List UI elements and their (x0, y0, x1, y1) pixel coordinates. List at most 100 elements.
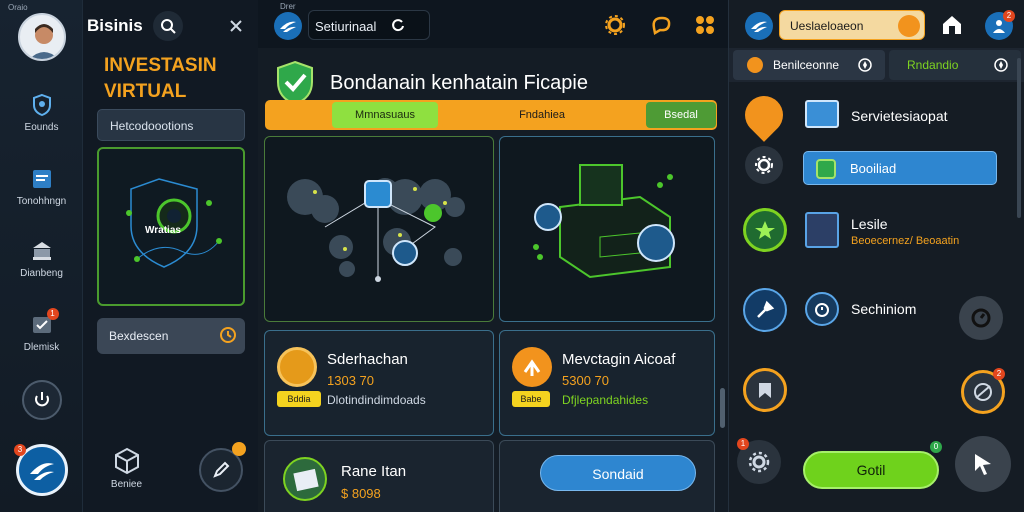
offer-card-left[interactable]: Sderhachan 1303 70 Bddia Dlotindindimdoa… (264, 330, 494, 436)
bottom-nav-item[interactable]: Beniee (99, 446, 154, 490)
row-subtitle: Beoecernez/ Beoaatin (851, 235, 960, 247)
section-button[interactable]: Hetcodoootions (97, 109, 245, 141)
card-label: Wratias (145, 225, 181, 236)
rail-label: Dlemisk (23, 342, 60, 353)
pencil-icon (213, 461, 230, 478)
offer-tag: Babe (512, 391, 550, 407)
clock-button[interactable] (959, 296, 1003, 340)
star-button[interactable] (743, 208, 787, 252)
scrollbar[interactable] (1017, 58, 1021, 218)
notification-badge: 1 (46, 308, 59, 320)
status-mid: Drer (280, 2, 296, 11)
cursor-icon (975, 454, 991, 475)
rail-label: Eounds (24, 122, 59, 133)
close-icon (230, 20, 242, 32)
shield-icon (27, 92, 57, 118)
page-title: Bondanain kenhatain Ficapie (330, 72, 588, 94)
search-button[interactable] (153, 11, 183, 41)
chart-icon (805, 212, 839, 248)
orbit-icon (974, 383, 992, 401)
tab-bsedal[interactable]: Bsedal (646, 102, 716, 128)
app-window: Oraio Eounds Tonohhngn Dianbeng 1 Dlemis… (0, 0, 1024, 512)
close-button[interactable] (226, 16, 246, 36)
map-pin-icon[interactable] (737, 88, 791, 142)
settings-button[interactable] (745, 146, 783, 184)
offer-card-right[interactable]: Mevctagin Aicoaf 5300 70 Babe Dfjlepanda… (499, 330, 715, 436)
top-bar: Setiurinaal (258, 0, 728, 48)
row-title: Servietesiaopat (851, 108, 948, 124)
calculator-icon (816, 159, 836, 179)
notification-badge: 2 (993, 368, 1005, 380)
arrow-up-icon (512, 347, 552, 387)
compass-icon (858, 58, 872, 72)
go-button[interactable]: Gotil (803, 451, 939, 489)
button-label: Booiliad (850, 161, 897, 176)
notification-badge: 1 (737, 438, 749, 450)
tab-fndahiea[interactable]: Fndahiea (442, 102, 642, 128)
globe-icon (747, 57, 763, 73)
featured-card[interactable]: Wratias (97, 147, 245, 306)
rail-item-tonohhngn[interactable]: Tonohhngn (0, 166, 83, 207)
app-title: Bisinis (87, 16, 143, 35)
timer-button[interactable] (805, 292, 839, 326)
row-title: Sechiniom (851, 301, 917, 317)
secondary-panel: Bisinis INVESTASIN VIRTUAL Hetcodoootion… (83, 0, 258, 512)
main-panel: Bondanain kenhatain Ficapie Mmnasuaus Fn… (258, 48, 728, 512)
search-icon (220, 327, 236, 343)
brand-logo-icon (751, 21, 767, 32)
brand-button[interactable] (745, 12, 773, 40)
rail-item-dlemisk[interactable]: 1 Dlemisk (0, 308, 83, 353)
rail-label: Tonohhngn (16, 196, 67, 207)
clock-icon (971, 308, 991, 328)
tab-rndandio[interactable]: Rndandio (889, 50, 1021, 80)
cursor-button[interactable] (955, 436, 1011, 492)
offer-card-bottom[interactable]: Rane Itan $ 8098 (264, 440, 494, 512)
search-input-value: Setiurinaal (315, 19, 377, 34)
home-icon[interactable] (941, 14, 963, 36)
search-field-label: Bexdescen (109, 329, 169, 343)
offer-desc: Dlotindindimdoads (327, 393, 426, 407)
timer-icon (815, 303, 829, 317)
notification-badge: 3 (14, 444, 26, 456)
power-button[interactable] (22, 380, 62, 420)
chat-icon[interactable] (650, 14, 672, 36)
power-icon (35, 392, 49, 407)
gear-icon (755, 156, 773, 174)
rail-item-bounds[interactable]: Eounds (0, 92, 83, 133)
search-icon (161, 19, 176, 34)
document-icon (27, 166, 57, 192)
chat-bubble-button[interactable] (743, 368, 787, 412)
tab-mmnasuaus[interactable]: Mmnasuaus (332, 102, 438, 128)
world-map-icon (287, 178, 465, 282)
settings-gear-icon (232, 442, 246, 456)
gear-icon[interactable] (604, 14, 626, 36)
bank-icon (27, 238, 57, 264)
world-network-card[interactable] (264, 136, 494, 322)
rail-item-dianbeng[interactable]: Dianbeng (0, 238, 83, 279)
star-icon (755, 221, 775, 239)
offer-price: 5300 70 (562, 373, 609, 388)
booiliad-button[interactable]: Booiliad (803, 151, 997, 185)
tab-benilceonne[interactable]: Benilceonne (733, 50, 885, 80)
action-card: Sondaid (499, 440, 715, 512)
notification-badge: 2 (1003, 10, 1015, 22)
sondaid-button[interactable]: Sondaid (540, 455, 696, 491)
top-pill[interactable]: Ueslaeloaeon (779, 10, 925, 40)
brand-button[interactable] (274, 12, 302, 40)
row-title: Lesile (851, 216, 888, 232)
printer-network-card[interactable] (499, 136, 715, 322)
search-field[interactable]: Bexdescen (97, 318, 245, 354)
scrollbar[interactable] (720, 388, 725, 428)
offer-title: Rane Itan (341, 463, 407, 480)
tool-button[interactable] (743, 288, 787, 332)
top-pill-label: Ueslaeloaeon (790, 19, 864, 33)
tab-label: Benilceonne (773, 58, 840, 72)
search-input[interactable]: Setiurinaal (308, 10, 430, 40)
photo-icon (283, 457, 327, 501)
status-left: Oraio (8, 3, 28, 12)
avatar[interactable] (18, 13, 66, 61)
bottom-nav-label: Beniee (110, 479, 143, 490)
laptop-icon (805, 100, 839, 128)
tab-label: Rndandio (907, 58, 959, 72)
apps-icon[interactable] (694, 14, 716, 36)
